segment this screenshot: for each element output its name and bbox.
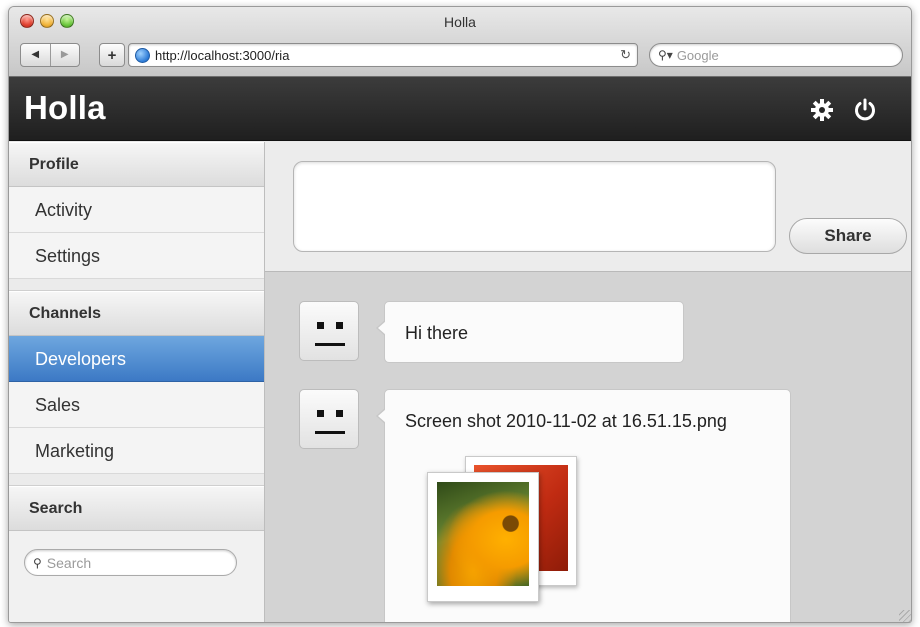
sidebar-divider — [9, 474, 264, 486]
sidebar-header-channels: Channels — [9, 291, 264, 336]
browser-search-field[interactable]: ⚲▾ Google — [649, 43, 903, 67]
compose-textarea[interactable] — [293, 161, 776, 252]
forward-button[interactable]: ▶ — [51, 44, 80, 66]
share-button[interactable]: Share — [789, 218, 907, 254]
sidebar-header-search: Search — [9, 486, 264, 531]
avatar-eye — [317, 410, 324, 417]
gear-icon[interactable] — [809, 97, 835, 123]
flower-photo — [437, 482, 529, 586]
sidebar-search-wrap: ⚲ Search — [9, 531, 264, 576]
message-text: Screen shot 2010-11-02 at 16.51.15.png — [405, 411, 727, 431]
message-text: Hi there — [405, 323, 469, 343]
message-bubble: Screen shot 2010-11-02 at 16.51.15.png — [376, 389, 791, 622]
avatar-eye — [336, 322, 343, 329]
sidebar-item-marketing[interactable]: Marketing — [9, 428, 264, 474]
browser-search-placeholder: Google — [676, 47, 719, 63]
composer: Share — [265, 142, 911, 272]
sidebar-item-sales[interactable]: Sales — [9, 382, 264, 428]
sidebar-item-activity[interactable]: Activity — [9, 187, 264, 233]
globe-icon — [135, 47, 150, 63]
reload-icon[interactable]: ↻ — [620, 47, 631, 63]
sidebar-divider — [9, 279, 264, 291]
back-button[interactable]: ◀ — [21, 44, 51, 66]
nav-buttons: ◀ ▶ — [20, 43, 80, 67]
power-icon[interactable] — [852, 97, 878, 123]
app-title: Holla — [24, 89, 106, 126]
browser-chrome: Holla ◀ ▶ + http://localhost:3000/ria ↻ … — [9, 7, 911, 77]
search-icon: ⚲▾ — [658, 48, 673, 62]
sidebar-item-settings[interactable]: Settings — [9, 233, 264, 279]
avatar — [299, 301, 359, 361]
main-content: Share Hi there Screen shot 2010-11-02 at… — [265, 142, 911, 622]
address-bar[interactable]: http://localhost:3000/ria ↻ — [128, 43, 638, 67]
window-title: Holla — [444, 14, 476, 30]
resize-grip-icon[interactable] — [899, 610, 911, 622]
sidebar-search-placeholder: Search — [46, 554, 92, 571]
sidebar-item-developers[interactable]: Developers — [9, 336, 264, 382]
sidebar-search-input[interactable]: ⚲ Search — [24, 549, 237, 576]
message-bubble: Hi there — [376, 301, 684, 363]
photo-thumbnail[interactable] — [427, 472, 539, 602]
add-bookmark-button[interactable]: + — [99, 43, 125, 67]
search-icon: ⚲ — [33, 555, 42, 570]
browser-window: Holla ◀ ▶ + http://localhost:3000/ria ↻ … — [8, 6, 912, 623]
avatar-mouth — [315, 431, 345, 434]
avatar-mouth — [315, 343, 345, 346]
app-header: Holla — [9, 77, 911, 141]
sidebar-header-profile: Profile — [9, 142, 264, 187]
url-text[interactable]: http://localhost:3000/ria — [155, 48, 616, 63]
avatar-eye — [336, 410, 343, 417]
avatar — [299, 389, 359, 449]
avatar-eye — [317, 322, 324, 329]
sidebar: Profile Activity Settings Channels Devel… — [9, 142, 265, 622]
